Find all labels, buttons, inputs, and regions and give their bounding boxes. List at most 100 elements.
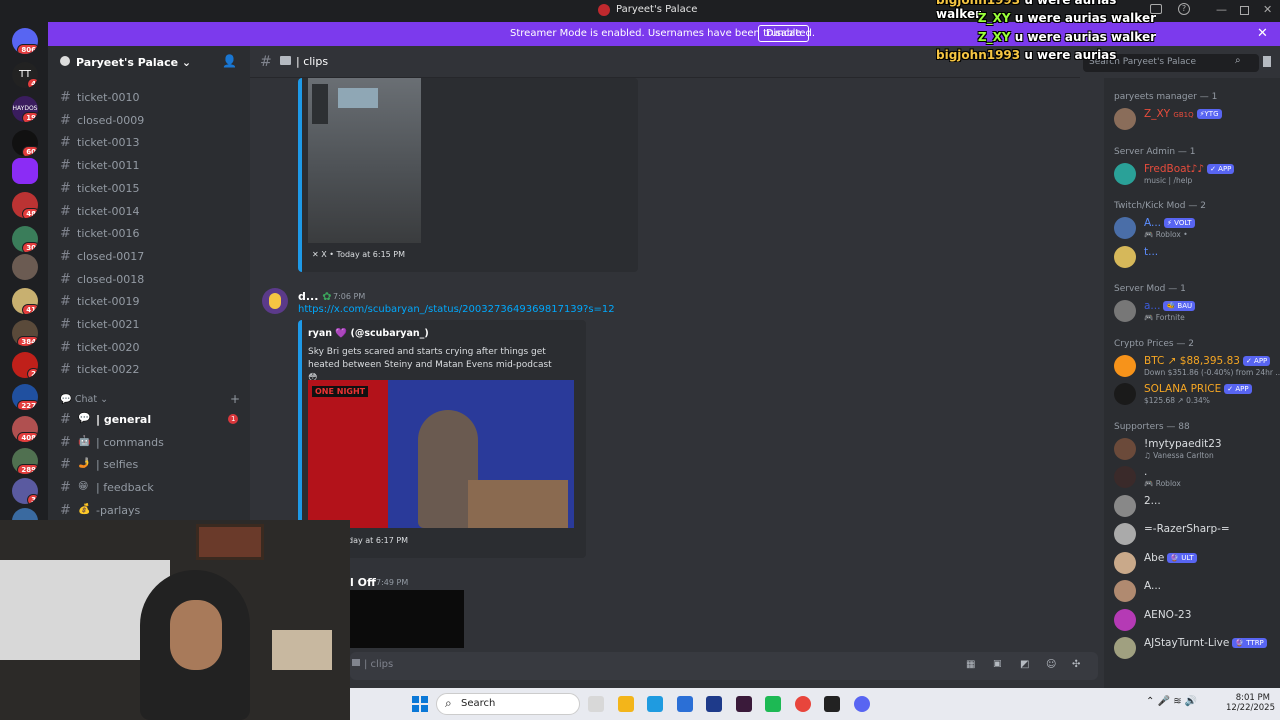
channel-ticket-0016[interactable]: # ticket-0016 bbox=[60, 224, 240, 244]
maximize-button[interactable] bbox=[1240, 6, 1249, 15]
channel-ticket-0022[interactable]: # ticket-0022 bbox=[60, 360, 240, 380]
server-icon[interactable] bbox=[12, 158, 38, 184]
message-link[interactable]: https://x.com/scubaryan_/status/20032736… bbox=[298, 304, 615, 315]
video-thumbnail[interactable] bbox=[308, 78, 421, 243]
message-input[interactable]: | clips ▦ ▣ ◩ ☺ ✣ bbox=[350, 652, 1098, 680]
taskbar-app-icon[interactable] bbox=[765, 696, 781, 712]
channel-label: -parlays bbox=[96, 503, 141, 517]
windows-start-icon[interactable] bbox=[412, 696, 428, 712]
video-thumbnail[interactable] bbox=[350, 590, 464, 648]
member-name-text: SOLANA PRICE bbox=[1144, 383, 1222, 395]
hash-icon: # bbox=[60, 480, 71, 496]
server-icon[interactable]: 408 bbox=[12, 416, 38, 442]
embed-author[interactable]: ryan 💜 (@scubaryan_) bbox=[308, 328, 429, 339]
channel-item[interactable]: # 💰 -parlays bbox=[60, 501, 240, 521]
server-icon[interactable]: 227 bbox=[12, 384, 38, 410]
channel-item[interactable]: # 🤖 | commands bbox=[60, 433, 240, 453]
sticker-icon[interactable]: ◩ bbox=[1020, 659, 1029, 670]
taskbar-app-icon[interactable] bbox=[853, 696, 870, 712]
apps-icon[interactable]: ✣ bbox=[1072, 659, 1080, 670]
server-icon-haydos[interactable]: HAYDOS 19 bbox=[12, 96, 38, 122]
message-author[interactable]: l Off bbox=[350, 576, 376, 589]
channel-label: | commands bbox=[96, 435, 164, 449]
server-icon[interactable]: 41 bbox=[12, 288, 38, 314]
taskbar-search[interactable]: ⌕ Search bbox=[436, 693, 580, 715]
member-item[interactable]: FredBoat♪♪ ✓ APP music | /help bbox=[1114, 161, 1280, 187]
server-icon[interactable]: 60 bbox=[12, 130, 38, 156]
taskbar-app-icon[interactable] bbox=[706, 696, 722, 712]
channel-ticket-0019[interactable]: # ticket-0019 bbox=[60, 292, 240, 312]
avatar[interactable] bbox=[262, 288, 288, 314]
server-icon[interactable]: 30 bbox=[12, 226, 38, 252]
channel-ticket-0014[interactable]: # ticket-0014 bbox=[60, 202, 240, 222]
message-author[interactable]: d... ✿ bbox=[298, 290, 331, 303]
member-item[interactable]: t... bbox=[1114, 244, 1280, 270]
channel-ticket-0020[interactable]: # ticket-0020 bbox=[60, 338, 240, 358]
channel-item[interactable]: # 💬 | general 1 bbox=[60, 410, 240, 430]
tray-icons[interactable]: ⌃ 🎤 ≋ 🔊 bbox=[1146, 696, 1197, 707]
member-item[interactable]: A... bbox=[1114, 578, 1280, 604]
overlay-message: u were aurias walker bbox=[1014, 29, 1156, 44]
category-chat[interactable]: 💬 Chat ⌄ bbox=[60, 394, 108, 405]
taskbar-app-icon[interactable] bbox=[588, 696, 604, 712]
member-item[interactable]: 2... bbox=[1114, 493, 1280, 519]
channel-ticket-0010[interactable]: # ticket-0010 bbox=[60, 88, 240, 108]
close-window-button[interactable]: ✕ bbox=[1263, 3, 1272, 16]
taskbar-app-icon[interactable] bbox=[794, 696, 811, 712]
channel-item[interactable]: # 😁 | feedback bbox=[60, 478, 240, 498]
channel-closed-0017[interactable]: # closed-0017 bbox=[60, 247, 240, 267]
channel-ticket-0015[interactable]: # ticket-0015 bbox=[60, 179, 240, 199]
server-name[interactable]: Paryeet's Palace ⌄ bbox=[76, 56, 191, 69]
server-icon-tt[interactable]: TT 4 bbox=[12, 62, 38, 88]
emoji-icon[interactable]: ☺ bbox=[1046, 659, 1056, 670]
member-item[interactable]: SOLANA PRICE ✓ APP $125.68 ↗ 0.34% bbox=[1114, 381, 1280, 407]
server-icon[interactable]: 2 bbox=[12, 352, 38, 378]
thumb-detail bbox=[312, 84, 328, 124]
taskbar-app-icon[interactable] bbox=[647, 696, 663, 712]
close-banner-icon[interactable]: ✕ bbox=[1257, 26, 1268, 41]
server-icon[interactable]: 48 bbox=[12, 192, 38, 218]
invite-icon[interactable]: 👤 bbox=[222, 54, 237, 68]
channel-label: | general bbox=[96, 413, 152, 426]
member-item[interactable]: AJStayTurnt-Live 🔮 TTRP bbox=[1114, 635, 1280, 661]
embed-handle: (@scubaryan_) bbox=[350, 328, 429, 339]
disable-button[interactable]: Disable bbox=[758, 25, 810, 42]
member-item[interactable]: !mytypaedit23 ♫ Vanessa Carlton bbox=[1114, 436, 1280, 462]
server-icon[interactable]: 3 bbox=[12, 478, 38, 504]
video-thumbnail[interactable]: ONE NIGHT bbox=[308, 380, 574, 528]
channel-closed-0018[interactable]: # closed-0018 bbox=[60, 270, 240, 290]
clapper-icon bbox=[352, 659, 360, 666]
gif-icon[interactable]: ▣ bbox=[993, 659, 1002, 669]
home-icon[interactable]: 806 bbox=[12, 28, 38, 54]
server-icon[interactable]: 384 bbox=[12, 320, 38, 346]
server-icon[interactable]: 289 bbox=[12, 448, 38, 474]
clock[interactable]: 8:01 PM 12/22/2025 bbox=[1226, 693, 1275, 713]
member-item[interactable]: A... ⚡ VOLT 🎮 Roblox • bbox=[1114, 215, 1280, 241]
member-item[interactable]: =-RazerSharp-= bbox=[1114, 521, 1280, 547]
channel-ticket-0013[interactable]: # ticket-0013 bbox=[60, 133, 240, 153]
gift-icon[interactable]: ▦ bbox=[966, 659, 975, 670]
member-item[interactable]: BTC ↗ $88,395.83 ✓ APP Down $351.86 (-0.40… bbox=[1114, 353, 1280, 379]
member-item[interactable]: Z_XY GB1Q ⚡YTG bbox=[1114, 106, 1280, 132]
taskbar-app-icon[interactable] bbox=[617, 696, 634, 712]
channel-ticket-0021[interactable]: # ticket-0021 bbox=[60, 315, 240, 335]
channel-closed-0009[interactable]: # closed-0009 bbox=[60, 111, 240, 131]
member-item[interactable]: Abe 🔮 ULT bbox=[1114, 550, 1280, 576]
taskbar-app-icon[interactable] bbox=[676, 696, 693, 712]
hash-icon: # bbox=[60, 317, 71, 332]
avatar bbox=[1114, 108, 1136, 130]
minimize-button[interactable]: — bbox=[1216, 3, 1227, 16]
channel-ticket-0011[interactable]: # ticket-0011 bbox=[60, 156, 240, 176]
notif-badge: 4 bbox=[27, 78, 38, 88]
taskbar-app-icon[interactable] bbox=[735, 696, 752, 712]
bookmark-icon[interactable] bbox=[1263, 56, 1271, 67]
member-item[interactable]: AENO-23 bbox=[1114, 607, 1280, 633]
add-channel-icon[interactable]: + bbox=[230, 392, 240, 406]
channel-item[interactable]: # 🤳 | selfies bbox=[60, 455, 240, 475]
help-icon[interactable]: ? bbox=[1178, 3, 1190, 15]
member-item[interactable]: . 🎮 Roblox bbox=[1114, 464, 1280, 490]
member-item[interactable]: a... 🐝 BAU 🎮 Fortnite bbox=[1114, 298, 1280, 324]
server-badge-icon bbox=[60, 56, 70, 66]
server-icon[interactable] bbox=[12, 254, 38, 280]
taskbar-app-icon[interactable] bbox=[824, 696, 840, 712]
